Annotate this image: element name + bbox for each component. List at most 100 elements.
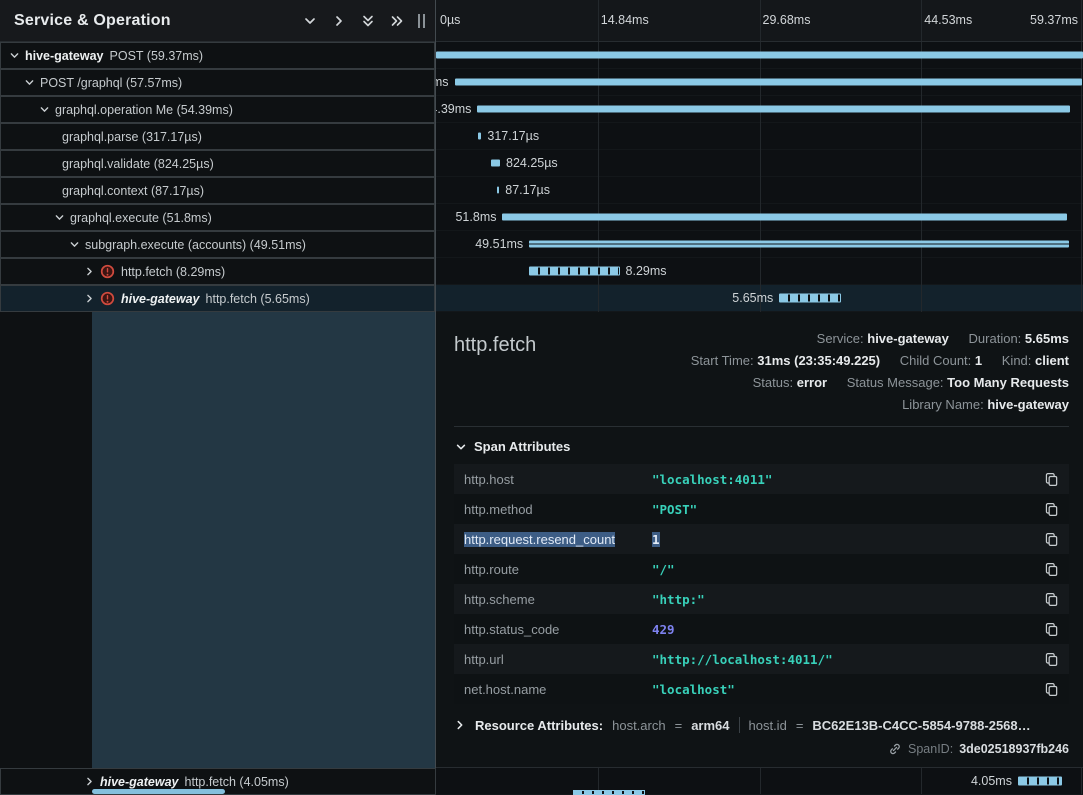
chevron-right-icon[interactable] (82, 293, 96, 304)
waterfall-row[interactable]: 317.17µs (436, 123, 1083, 150)
tree-row[interactable]: graphql.parse (317.17µs) (0, 123, 435, 150)
ruler-tick: 44.53ms (924, 13, 972, 27)
tree-row[interactable]: graphql.context (87.17µs) (0, 177, 435, 204)
error-icon (100, 264, 115, 279)
resource-attributes-row[interactable]: Resource Attributes: host.arch = arm64 h… (454, 717, 1069, 733)
attr-key: http.url (464, 652, 652, 667)
ruler-tick: 59.37ms (1030, 13, 1078, 27)
attr-row-highlighted[interactable]: http.request.resend_count 1 (454, 524, 1069, 554)
tree-row[interactable]: hive-gateway POST (59.37ms) (0, 42, 435, 69)
span-duration-label: 87.17µs (505, 183, 550, 197)
span-bar[interactable] (502, 214, 1067, 221)
span-bar[interactable] (478, 133, 481, 140)
service-label: Service: (817, 331, 864, 346)
waterfall-row[interactable]: 59.37ms (436, 42, 1083, 69)
copy-icon[interactable] (1044, 622, 1059, 637)
span-detail-panel: http.fetch Service: hive-gateway Duratio… (436, 312, 1083, 768)
panel-header-icons (303, 14, 404, 28)
attr-row[interactable]: net.host.name "localhost" (454, 674, 1069, 704)
chevron-down-icon[interactable] (303, 14, 317, 28)
resource-attr-value: arm64 (691, 718, 729, 733)
attr-row[interactable]: http.host "localhost:4011" (454, 464, 1069, 494)
library-name-value: hive-gateway (987, 397, 1069, 412)
waterfall-row-selected[interactable]: 5.65ms (436, 285, 1083, 312)
span-bar[interactable] (491, 160, 500, 167)
trace-viewer: Service & Operation hive-gateway POST (5… (0, 0, 1083, 795)
start-time-label: Start Time: (691, 353, 754, 368)
span-meta: Service: hive-gateway Duration: 5.65ms S… (691, 328, 1069, 416)
span-duration-label: 824.25µs (506, 156, 558, 170)
double-chevron-down-icon[interactable] (361, 14, 375, 28)
span-bar[interactable] (497, 187, 499, 194)
copy-icon[interactable] (1044, 562, 1059, 577)
library-name-label: Library Name: (902, 397, 984, 412)
attr-row[interactable]: http.method "POST" (454, 494, 1069, 524)
attr-value: "POST" (652, 502, 1036, 517)
attr-value: "http://localhost:4011/" (652, 652, 1036, 667)
attr-key: http.request.resend_count (464, 532, 652, 547)
chevron-down-icon[interactable] (52, 212, 66, 223)
span-id-row: SpanID: 3de02518937fb246 (454, 742, 1069, 756)
kind-label: Kind: (1002, 353, 1032, 368)
waterfall-row[interactable]: 824.25µs (436, 150, 1083, 177)
span-bar[interactable] (477, 106, 1070, 113)
tree-row[interactable]: graphql.execute (51.8ms) (0, 204, 435, 231)
tree-row[interactable]: graphql.operation Me (54.39ms) (0, 96, 435, 123)
span-id-label: SpanID: (908, 742, 953, 756)
waterfall: 59.37ms 57.57ms 54.39ms 317.17µs 824.25µ… (436, 42, 1083, 312)
span-bar[interactable] (1018, 777, 1062, 786)
copy-icon[interactable] (1044, 682, 1059, 697)
copy-icon[interactable] (1044, 592, 1059, 607)
span-bar[interactable] (529, 241, 1069, 248)
timeline-panel: 0µs 14.84ms 29.68ms 44.53ms 59.37ms 59.3… (436, 0, 1083, 795)
span-bar[interactable] (779, 294, 841, 303)
operation-label: graphql.execute (51.8ms) (70, 211, 212, 225)
chevron-down-icon[interactable] (22, 77, 36, 88)
attr-row[interactable]: http.scheme "http:" (454, 584, 1069, 614)
span-attributes-header[interactable]: Span Attributes (455, 439, 1069, 454)
waterfall-row[interactable]: 4.05ms (436, 768, 1083, 795)
tree-row-selected[interactable]: hive-gateway http.fetch (5.65ms) (0, 285, 435, 312)
attr-value: "http:" (652, 592, 1036, 607)
attr-row[interactable]: http.route "/" (454, 554, 1069, 584)
tree-row[interactable]: POST /graphql (57.57ms) (0, 69, 435, 96)
chevron-right-icon[interactable] (332, 14, 346, 28)
link-icon (888, 742, 902, 756)
waterfall-row[interactable]: 8.29ms (436, 258, 1083, 285)
span-bar[interactable] (436, 52, 1083, 59)
attr-row[interactable]: http.status_code 429 (454, 614, 1069, 644)
waterfall-row[interactable]: 51.8ms (436, 204, 1083, 231)
chevron-down-icon[interactable] (67, 239, 81, 250)
timeline-gridlines (436, 0, 1083, 41)
double-chevron-right-icon[interactable] (390, 14, 404, 28)
chevron-down-icon[interactable] (7, 50, 21, 61)
copy-icon[interactable] (1044, 472, 1059, 487)
service-value: hive-gateway (867, 331, 949, 346)
copy-icon[interactable] (1044, 652, 1059, 667)
child-count-label: Child Count: (900, 353, 972, 368)
copy-icon[interactable] (1044, 502, 1059, 517)
waterfall-row[interactable]: 49.51ms (436, 231, 1083, 258)
chevron-right-icon[interactable] (82, 776, 96, 787)
equals-sign: = (796, 718, 804, 733)
attr-value: "localhost" (652, 682, 1036, 697)
copy-icon[interactable] (1044, 532, 1059, 547)
span-bar[interactable] (455, 79, 1082, 86)
tree-row[interactable]: http.fetch (8.29ms) (0, 258, 435, 285)
waterfall-row[interactable]: 54.39ms (436, 96, 1083, 123)
panel-resize-handle[interactable] (416, 12, 427, 30)
waterfall-row[interactable]: 87.17µs (436, 177, 1083, 204)
attr-row[interactable]: http.url "http://localhost:4011/" (454, 644, 1069, 674)
span-bar[interactable] (529, 267, 619, 276)
child-count-value: 1 (975, 353, 982, 368)
waterfall-row[interactable]: 57.57ms (436, 69, 1083, 96)
chevron-down-icon[interactable] (37, 104, 51, 115)
error-icon (100, 291, 115, 306)
chevron-right-icon[interactable] (82, 266, 96, 277)
horizontal-scrollbar[interactable] (92, 789, 225, 794)
service-name: hive-gateway (25, 49, 104, 63)
tree-row[interactable]: graphql.validate (824.25µs) (0, 150, 435, 177)
tree-row[interactable]: subgraph.execute (accounts) (49.51ms) (0, 231, 435, 258)
status-message-value: Too Many Requests (947, 375, 1069, 390)
span-duration-label: 57.57ms (436, 75, 449, 89)
